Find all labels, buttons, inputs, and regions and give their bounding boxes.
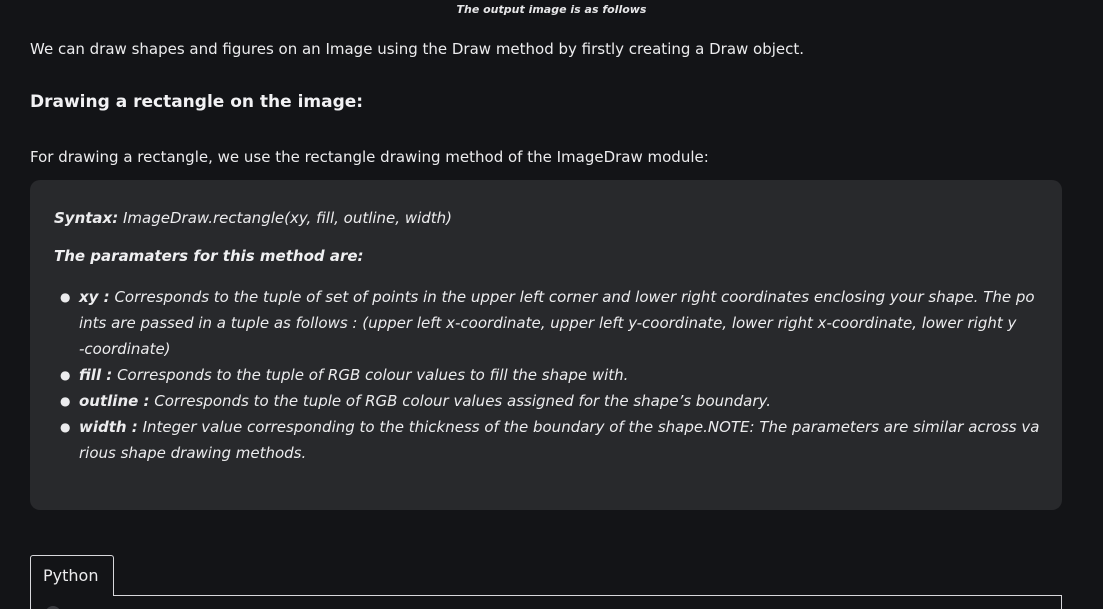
code-tabs: Python [30, 555, 1062, 609]
param-item-fill: ● fill : Corresponds to the tuple of RGB… [54, 362, 1044, 388]
syntax-label: Syntax: [54, 209, 119, 227]
param-desc-line: ints are passed in a tuple as follows : … [79, 314, 1017, 332]
article-page: The output image is as follows We can dr… [0, 0, 1103, 609]
param-item-xy: ● xy : Corresponds to the tuple of set o… [54, 284, 1044, 362]
param-desc-line: Corresponds to the tuple of set of point… [109, 288, 1035, 306]
tab-python[interactable]: Python [30, 555, 114, 596]
bullet-icon: ● [60, 290, 71, 304]
param-name: fill : [79, 366, 113, 384]
bullet-icon: ● [60, 420, 71, 434]
section-heading: Drawing a rectangle on the image: [30, 92, 364, 112]
param-item-width: ● width : Integer value corresponding to… [54, 414, 1044, 466]
bullet-icon: ● [60, 368, 71, 382]
param-desc-line: Corresponds to the tuple of RGB colour v… [149, 392, 772, 410]
param-name: outline : [79, 392, 150, 410]
param-desc-line: Corresponds to the tuple of RGB colour v… [112, 366, 629, 384]
params-heading: The paramaters for this method are: [54, 247, 364, 265]
lead-paragraph: For drawing a rectangle, we use the rect… [30, 148, 709, 166]
param-name: width : [79, 418, 138, 436]
intro-paragraph: We can draw shapes and figures on an Ima… [30, 40, 805, 58]
param-desc-line: Integer value corresponding to the thick… [137, 418, 1040, 436]
param-name: xy : [79, 288, 110, 306]
syntax-box: Syntax: ImageDraw.rectangle(xy, fill, ou… [30, 180, 1062, 510]
syntax-signature: ImageDraw.rectangle(xy, fill, outline, w… [118, 209, 453, 227]
param-desc-line: rious shape drawing methods. [79, 444, 307, 462]
syntax-line: Syntax: ImageDraw.rectangle(xy, fill, ou… [54, 208, 1038, 232]
image-caption: The output image is as follows [456, 3, 647, 16]
params-list: ● xy : Corresponds to the tuple of set o… [54, 284, 1039, 466]
param-item-outline: ● outline : Corresponds to the tuple of … [54, 388, 1044, 414]
param-desc-line: -coordinate) [79, 340, 171, 358]
bullet-icon: ● [60, 394, 71, 408]
code-block [30, 595, 1062, 609]
